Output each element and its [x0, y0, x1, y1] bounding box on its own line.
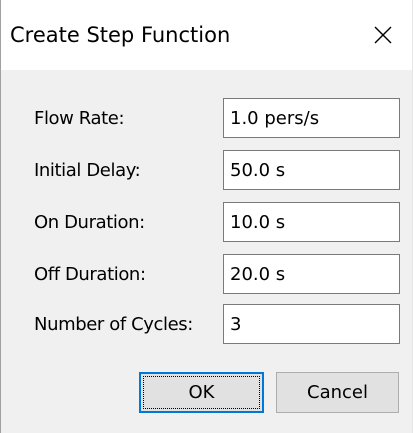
- on-duration-input[interactable]: [223, 202, 400, 242]
- flow-rate-row: Flow Rate:: [1, 98, 412, 142]
- initial-delay-row: Initial Delay:: [1, 150, 412, 194]
- initial-delay-label: Initial Delay:: [34, 160, 141, 181]
- close-icon: [374, 26, 392, 44]
- ok-button[interactable]: OK: [139, 372, 264, 413]
- create-step-function-dialog: Create Step Function Flow Rate: Initial …: [0, 0, 413, 433]
- on-duration-row: On Duration:: [1, 202, 412, 246]
- flow-rate-label: Flow Rate:: [34, 108, 125, 129]
- off-duration-label: Off Duration:: [34, 264, 146, 285]
- initial-delay-input[interactable]: [223, 150, 400, 190]
- on-duration-label: On Duration:: [34, 212, 145, 233]
- off-duration-input[interactable]: [223, 254, 400, 294]
- focus-ring: [143, 376, 260, 409]
- close-button[interactable]: [354, 0, 412, 70]
- cancel-button[interactable]: Cancel: [276, 372, 399, 413]
- dialog-title: Create Step Function: [10, 23, 231, 47]
- flow-rate-input[interactable]: [223, 98, 400, 138]
- off-duration-row: Off Duration:: [1, 254, 412, 298]
- number-of-cycles-label: Number of Cycles:: [34, 314, 193, 335]
- title-bar[interactable]: Create Step Function: [1, 0, 412, 70]
- number-of-cycles-row: Number of Cycles:: [1, 304, 412, 348]
- number-of-cycles-input[interactable]: [223, 304, 400, 344]
- cancel-button-label: Cancel: [307, 382, 368, 403]
